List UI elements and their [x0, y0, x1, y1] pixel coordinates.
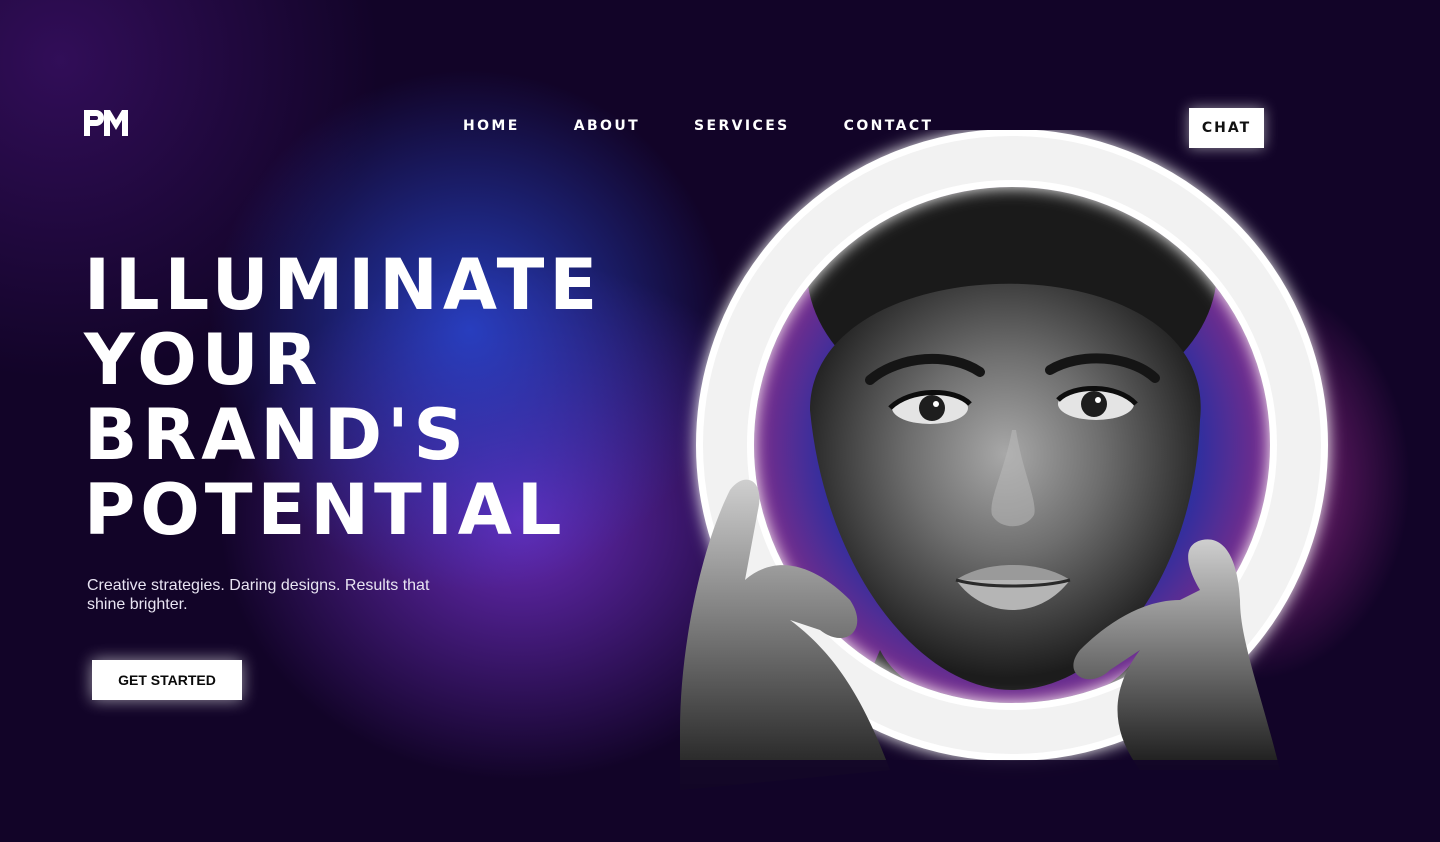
hero-subtitle: Creative strategies. Daring designs. Res… [87, 577, 430, 613]
headline-line-4: POTENTIAL [84, 469, 567, 551]
nav-home[interactable]: HOME [463, 118, 520, 134]
brand-logo[interactable] [82, 108, 130, 138]
landing-page: HOME ABOUT SERVICES CONTACT CHAT ILLUMIN… [0, 0, 1440, 842]
headline-line-3: BRAND'S [84, 394, 469, 476]
nav-about[interactable]: ABOUT [574, 118, 640, 134]
hero-headline: ILLUMINATE YOUR BRAND'S POTENTIAL [84, 248, 602, 548]
logo-icon [84, 110, 128, 136]
headline-line-2: YOUR [84, 319, 323, 401]
hero-image [640, 130, 1440, 790]
portrait-ring-light-illustration [640, 130, 1440, 790]
headline-line-1: ILLUMINATE [84, 244, 603, 326]
get-started-button[interactable]: GET STARTED [92, 660, 242, 700]
